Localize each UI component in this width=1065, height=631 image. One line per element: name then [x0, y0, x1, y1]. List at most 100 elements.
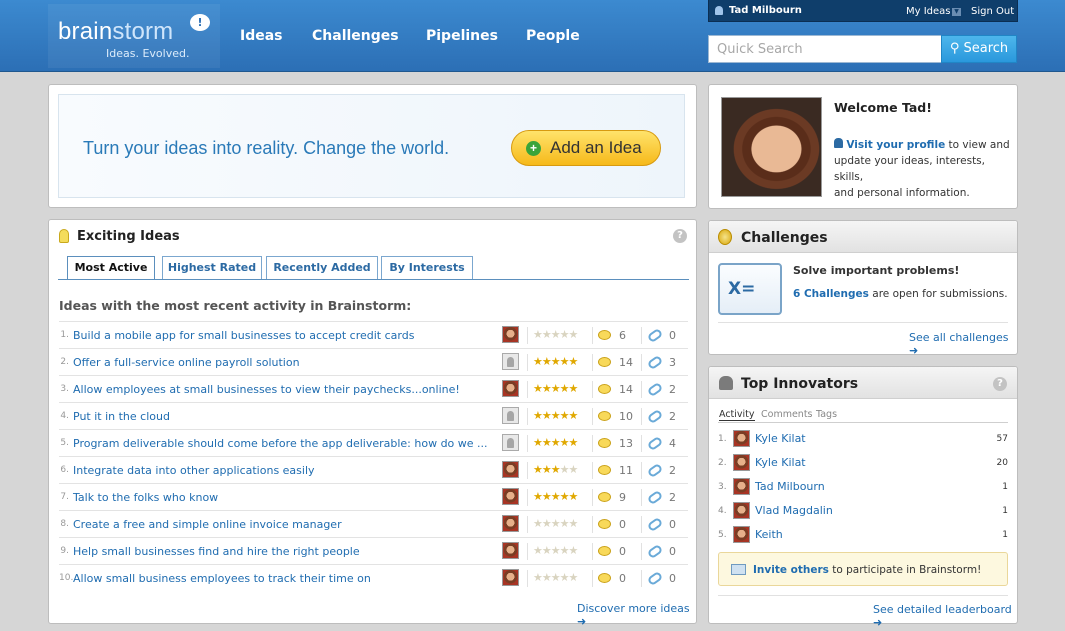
- nav-ideas[interactable]: Ideas: [240, 28, 283, 44]
- logo-bubble-icon: !: [190, 14, 210, 31]
- idea-rank: 3.: [60, 384, 69, 394]
- avatar[interactable]: [502, 515, 519, 532]
- innovator-name-link[interactable]: Tad Milbourn: [755, 480, 825, 493]
- help-icon[interactable]: ?: [993, 377, 1007, 391]
- challenges-title: Challenges: [741, 230, 828, 246]
- exciting-ideas-title: Exciting Ideas: [77, 229, 180, 244]
- innovator-name-link[interactable]: Vlad Magdalin: [755, 504, 833, 517]
- arrow-right-icon: ➜: [873, 616, 883, 629]
- idea-title-link[interactable]: Allow employees at small businesses to v…: [73, 383, 460, 396]
- avatar[interactable]: [502, 488, 519, 505]
- sign-out-link[interactable]: Sign Out: [971, 6, 1014, 17]
- comment-count: 14: [619, 356, 633, 369]
- avatar[interactable]: [733, 526, 750, 543]
- idea-title-link[interactable]: Integrate data into other applications e…: [73, 464, 315, 477]
- innovator-name-link[interactable]: Kyle Kilat: [755, 432, 806, 445]
- search-icon: ⚲: [949, 41, 960, 56]
- avatar[interactable]: [502, 569, 519, 586]
- idea-title-link[interactable]: Create a free and simple online invoice …: [73, 518, 342, 531]
- challenges-count-link[interactable]: 6 Challenges: [793, 288, 869, 300]
- tab-most-active[interactable]: Most Active: [67, 256, 155, 280]
- divider: [527, 570, 528, 587]
- divider: [718, 322, 1008, 323]
- star-icon: ★: [541, 355, 552, 368]
- tab-comments[interactable]: Comments: [761, 409, 813, 420]
- star-rating[interactable]: ★★★★★: [533, 490, 578, 503]
- star-rating[interactable]: ★★★★★: [533, 355, 578, 368]
- star-rating[interactable]: ★★★★★: [533, 382, 578, 395]
- add-idea-label: Add an Idea: [550, 138, 642, 157]
- challenges-panel: Challenges X= Solve important problems! …: [708, 220, 1018, 357]
- user-name[interactable]: Tad Milbourn: [729, 5, 802, 16]
- idea-title-link[interactable]: Program deliverable should come before t…: [73, 437, 488, 450]
- tab-activity[interactable]: Activity: [719, 409, 755, 421]
- visit-profile-link[interactable]: Visit your profile: [846, 139, 945, 151]
- avatar[interactable]: [502, 434, 519, 451]
- innovator-name-link[interactable]: Keith: [755, 528, 783, 541]
- idea-title-link[interactable]: Offer a full-service online payroll solu…: [73, 356, 300, 369]
- tab-by-interests[interactable]: By Interests: [381, 256, 473, 279]
- star-rating[interactable]: ★★★★★: [533, 436, 578, 449]
- avatar[interactable]: [502, 542, 519, 559]
- attachment-count: 0: [669, 518, 676, 531]
- innovator-score: 57: [996, 434, 1008, 444]
- logo-storm-text: storm: [112, 18, 174, 45]
- nav-people[interactable]: People: [526, 28, 580, 44]
- star-rating[interactable]: ★★★★★: [533, 517, 578, 530]
- star-icon: ★: [541, 328, 552, 341]
- avatar[interactable]: [502, 326, 519, 343]
- avatar[interactable]: [733, 502, 750, 519]
- chevron-down-icon[interactable]: ▼: [952, 8, 961, 16]
- search-button[interactable]: ⚲ Search: [941, 35, 1017, 63]
- divider: [641, 462, 642, 479]
- star-rating[interactable]: ★★★★★: [533, 544, 578, 557]
- innovator-score: 1: [1002, 530, 1008, 540]
- innovator-row: 5. Keith 1: [718, 523, 1008, 547]
- star-rating[interactable]: ★★★★★: [533, 409, 578, 422]
- add-idea-button[interactable]: + Add an Idea: [511, 130, 661, 166]
- profile-photo[interactable]: [721, 97, 822, 197]
- idea-title-link[interactable]: Allow small business employees to track …: [73, 572, 371, 585]
- idea-rank: 10.: [59, 573, 74, 583]
- avatar[interactable]: [502, 380, 519, 397]
- tab-highest-rated[interactable]: Highest Rated: [162, 256, 262, 279]
- welcome-title: Welcome Tad!: [834, 100, 932, 115]
- see-leaderboard-link[interactable]: See detailed leaderboard ➜: [873, 603, 1017, 629]
- discover-more-ideas-link[interactable]: Discover more ideas ➜: [577, 602, 696, 628]
- invite-others-link[interactable]: Invite others: [753, 564, 829, 576]
- avatar[interactable]: [502, 407, 519, 424]
- star-rating[interactable]: ★★★★★: [533, 571, 578, 584]
- my-ideas-menu[interactable]: My Ideas: [906, 6, 951, 17]
- idea-title-link[interactable]: Help small businesses find and hire the …: [73, 545, 360, 558]
- innovator-name-link[interactable]: Kyle Kilat: [755, 456, 806, 469]
- welcome-text-3: and personal information.: [834, 187, 970, 199]
- idea-title-link[interactable]: Build a mobile app for small businesses …: [73, 329, 414, 342]
- tab-recently-added[interactable]: Recently Added: [266, 256, 378, 279]
- attachment-count: 2: [669, 464, 676, 477]
- innovator-rank: 4.: [718, 506, 727, 516]
- idea-title-link[interactable]: Talk to the folks who know: [73, 491, 218, 504]
- equation-pencil-icon: X=: [718, 263, 782, 315]
- avatar[interactable]: [733, 454, 750, 471]
- comment-count: 0: [619, 518, 626, 531]
- star-rating[interactable]: ★★★★★: [533, 463, 578, 476]
- tab-tags[interactable]: Tags: [816, 409, 837, 420]
- leaderboard-label: See detailed leaderboard: [873, 603, 1012, 616]
- nav-challenges[interactable]: Challenges: [312, 28, 399, 44]
- quick-search-input[interactable]: [708, 35, 942, 63]
- see-all-challenges-link[interactable]: See all challenges ➜: [909, 331, 1017, 357]
- avatar[interactable]: [502, 461, 519, 478]
- help-icon[interactable]: ?: [673, 229, 687, 243]
- arrow-right-icon: ➜: [577, 615, 587, 628]
- star-icon: ★: [533, 355, 543, 368]
- profile-person-icon: [834, 138, 843, 148]
- divider: [641, 516, 642, 533]
- avatar[interactable]: [733, 478, 750, 495]
- star-rating[interactable]: ★★★★★: [533, 328, 578, 341]
- avatar[interactable]: [733, 430, 750, 447]
- star-icon: ★: [559, 436, 570, 449]
- avatar[interactable]: [502, 353, 519, 370]
- idea-title-link[interactable]: Put it in the cloud: [73, 410, 170, 423]
- brainstorm-logo[interactable]: brainstorm: [58, 18, 173, 46]
- nav-pipelines[interactable]: Pipelines: [426, 28, 498, 44]
